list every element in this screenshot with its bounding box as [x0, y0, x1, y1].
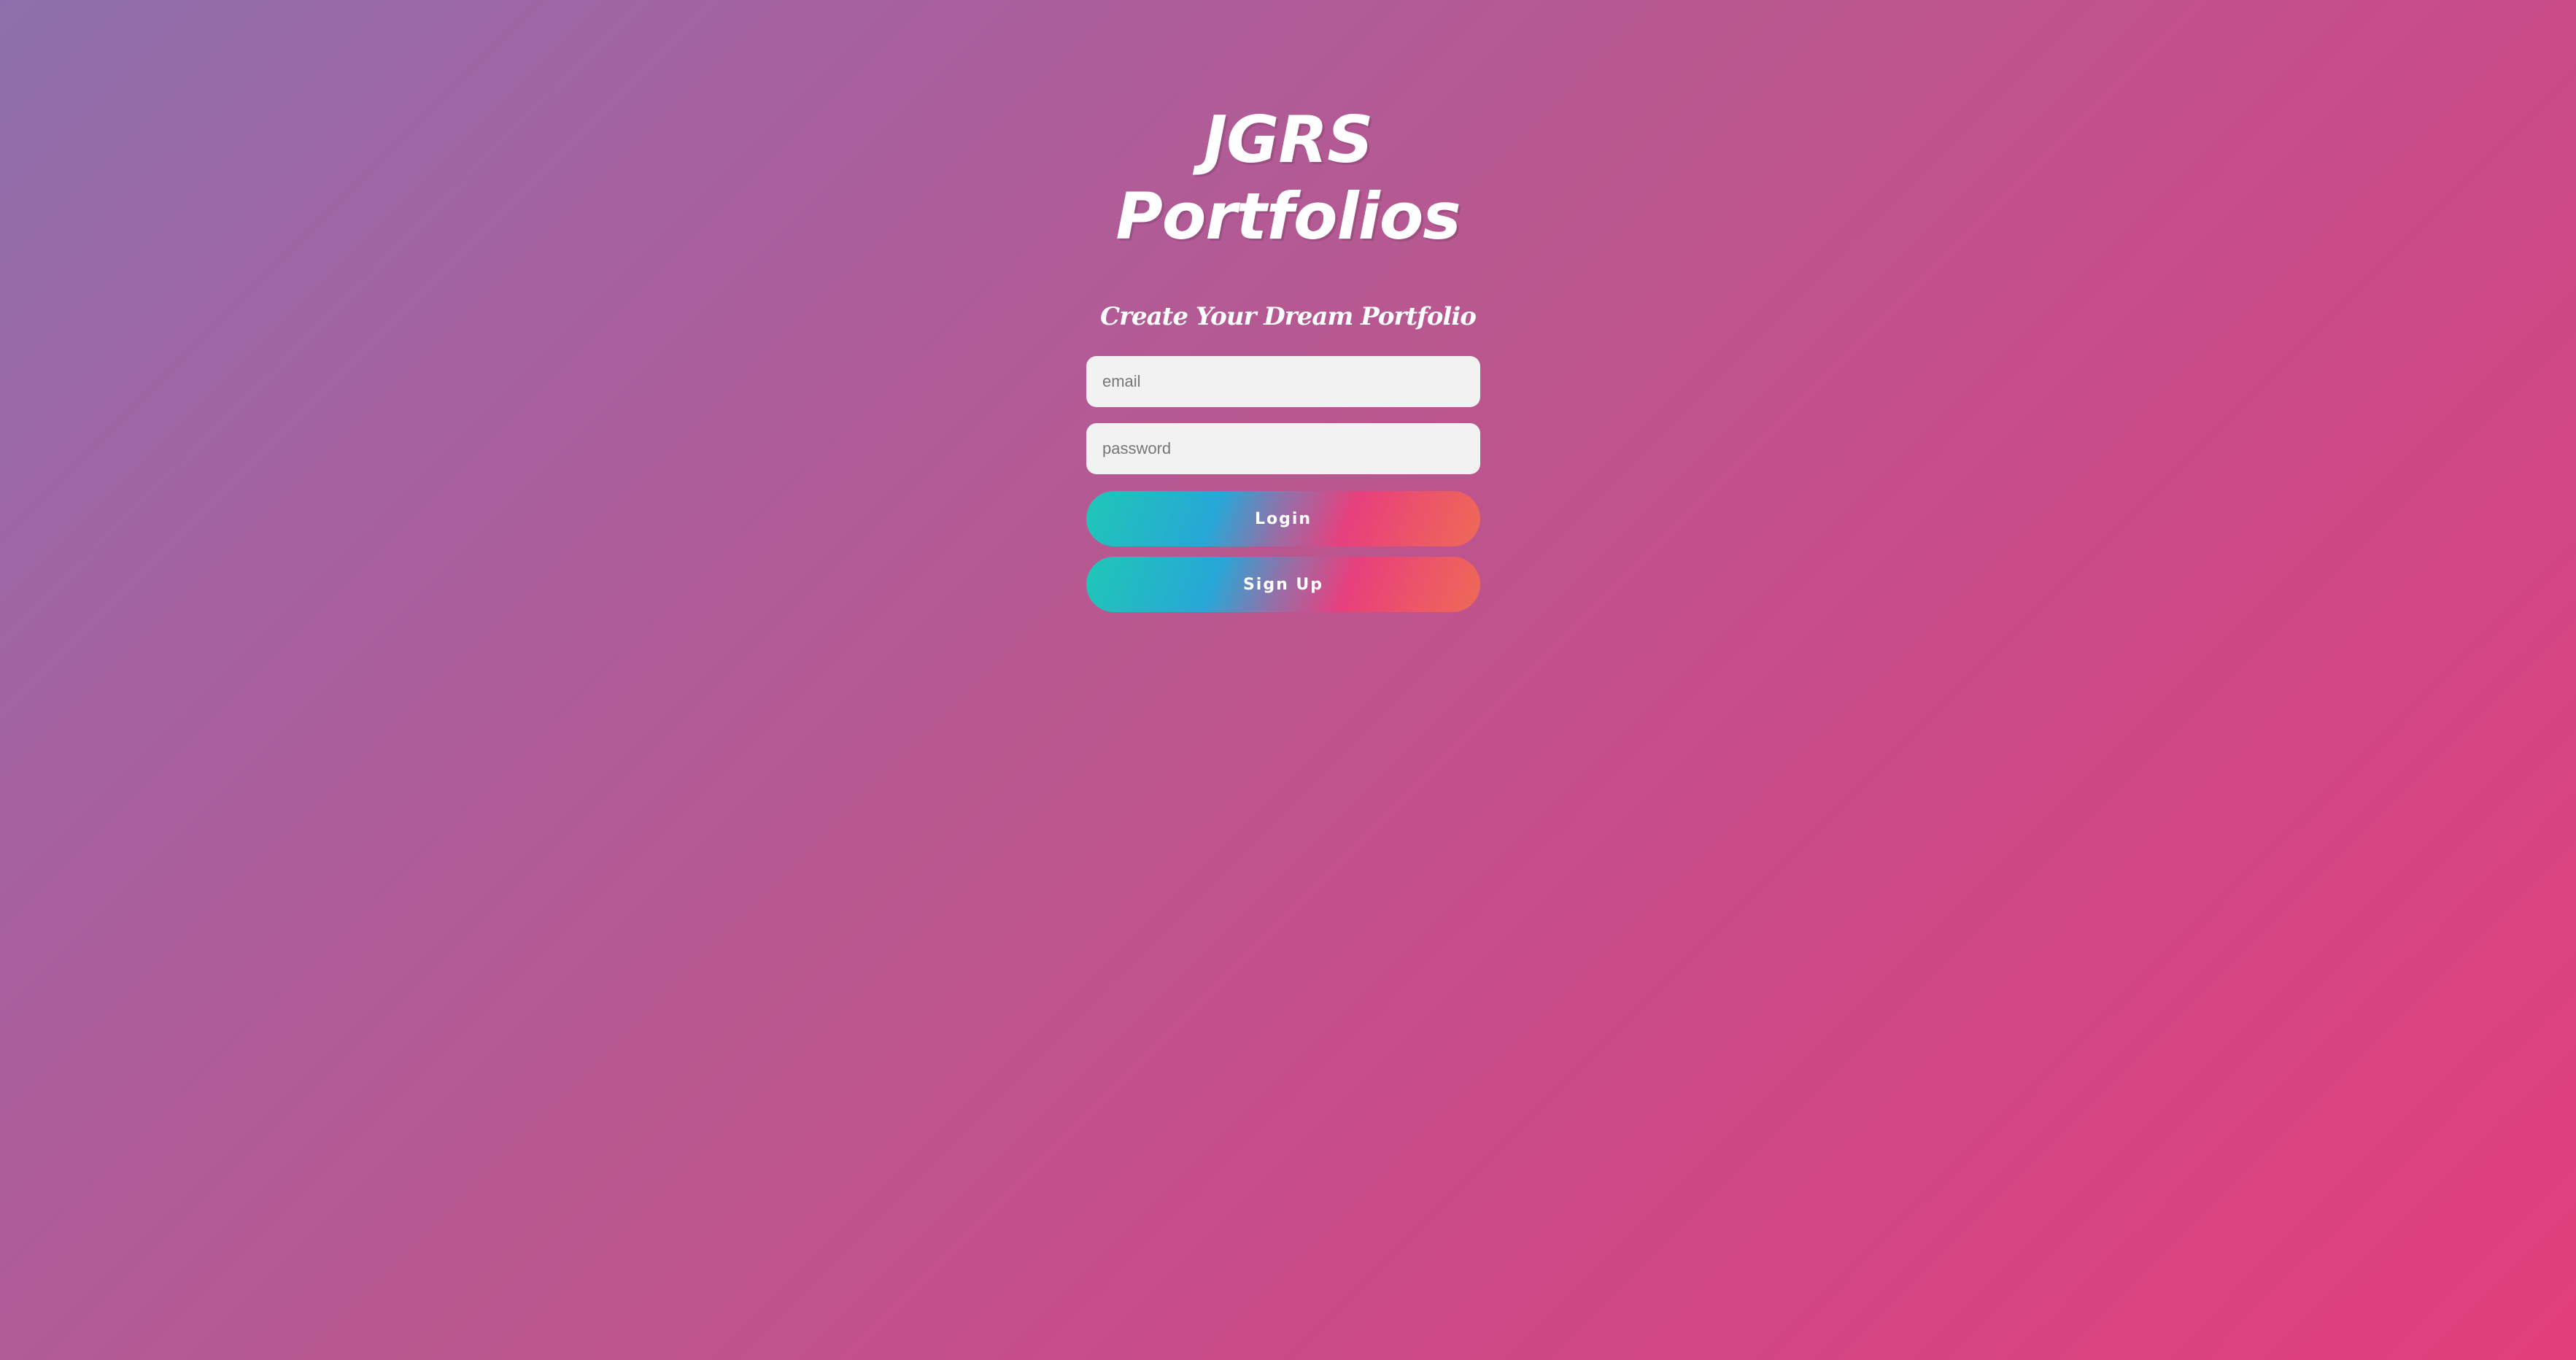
app-title-line-2: Portfolios [1115, 179, 1461, 254]
tagline: Create Your Dream Portfolio [1100, 302, 1477, 331]
email-field[interactable] [1086, 356, 1480, 407]
login-button[interactable]: Login [1086, 491, 1480, 546]
login-page: JGRS Portfolios Create Your Dream Portfo… [0, 0, 2576, 1360]
app-title-line-1: JGRS [1203, 102, 1373, 177]
password-field[interactable] [1086, 423, 1480, 474]
sign-up-button[interactable]: Sign Up [1086, 557, 1480, 612]
